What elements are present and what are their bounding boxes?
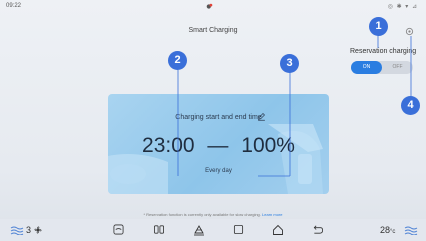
seat-icon[interactable] <box>153 224 165 235</box>
card-title: Charging start and end time <box>175 114 262 121</box>
charging-start-time: 23:00 <box>142 134 195 157</box>
edit-pencil-icon[interactable] <box>257 112 266 121</box>
callout-badge: 1 <box>369 17 388 36</box>
status-bar: 09:22 ◎ ✱ ▾ ⊿ <box>0 0 426 14</box>
reservation-charging-label: Reservation charging <box>350 48 417 55</box>
notification-dot-icon <box>206 3 213 9</box>
status-icons: ◎ ✱ ▾ ⊿ <box>387 4 418 10</box>
left-climate-wave-icon[interactable] <box>10 226 24 235</box>
page-title: Smart Charging <box>188 27 238 34</box>
repeat-frequency: Every day <box>205 168 232 174</box>
schedule-value: 23:00 — 100% <box>108 134 329 158</box>
defrost-icon[interactable] <box>113 224 124 235</box>
notice-text: * Reservation function is currently only… <box>143 212 261 217</box>
settings-gear-icon[interactable] <box>405 27 414 36</box>
separator-dash: — <box>207 134 229 157</box>
right-temp-value[interactable]: 28°c <box>380 225 395 235</box>
right-climate-wave-icon[interactable] <box>404 226 418 235</box>
square-button-icon[interactable] <box>233 224 244 235</box>
charging-schedule-card[interactable]: Charging start and end time 23:00 — 100%… <box>108 94 329 194</box>
steering-wheel-icon[interactable] <box>193 224 205 236</box>
toggle-off-option[interactable]: OFF <box>382 61 413 74</box>
charging-target-percent: 100% <box>241 134 295 157</box>
left-temp-value[interactable]: 3 <box>26 225 31 235</box>
reservation-notice: * Reservation function is currently only… <box>0 212 426 217</box>
home-icon[interactable] <box>272 224 284 236</box>
bottom-bar: 3 28°c <box>0 219 426 241</box>
back-icon[interactable] <box>312 224 324 235</box>
callout-badge: 4 <box>401 96 420 115</box>
callout-badge: 2 <box>168 51 187 70</box>
reservation-charging-toggle[interactable]: ON OFF <box>351 61 413 74</box>
status-time: 09:22 <box>6 3 22 9</box>
smart-charging-screen: 09:22 ◎ ✱ ▾ ⊿ Smart Charging Reservation… <box>0 0 426 241</box>
learn-more-link[interactable]: Learn more <box>262 212 282 217</box>
right-temp-unit: °c <box>390 229 396 235</box>
toggle-on-option[interactable]: ON <box>351 61 382 74</box>
fan-icon[interactable] <box>33 225 43 235</box>
right-temp-number: 28 <box>380 225 391 235</box>
callout-badge: 3 <box>280 54 299 73</box>
